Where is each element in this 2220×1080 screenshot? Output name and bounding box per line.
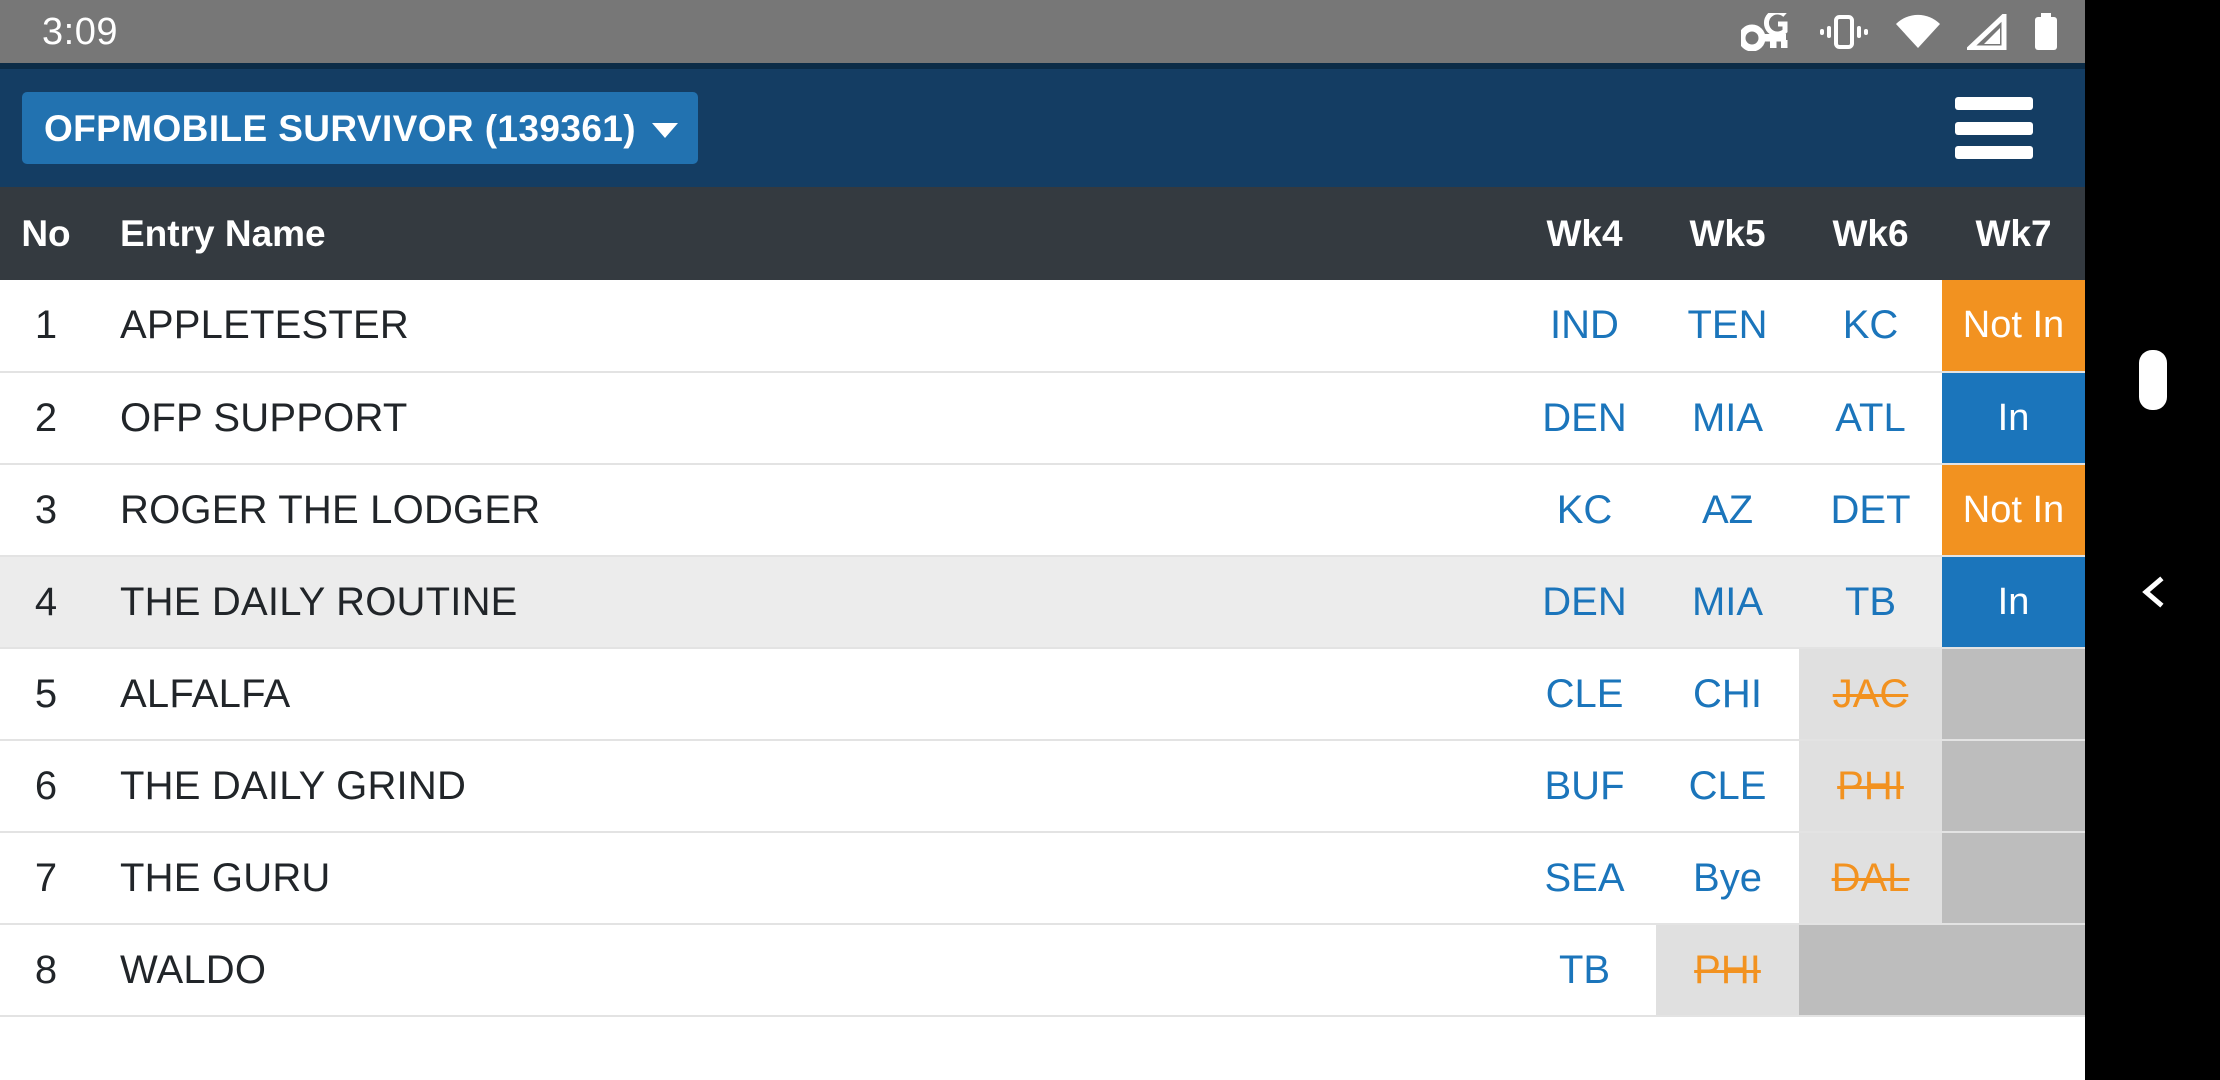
drag-handle-pill[interactable] xyxy=(2138,350,2167,410)
status-bar-clock: 3:09 xyxy=(42,10,118,53)
status-badge-wk7[interactable]: Not In xyxy=(1942,464,2085,557)
pick-wk4[interactable]: DEN xyxy=(1513,556,1656,649)
column-header-wk6[interactable]: Wk6 xyxy=(1799,187,1942,280)
column-header-wk7[interactable]: Wk7 xyxy=(1942,187,2085,280)
entries-table: No Entry Name Wk4 Wk5 Wk6 Wk7 1 APPLETES… xyxy=(0,187,2085,1017)
hamburger-bar xyxy=(1955,146,2033,159)
pick-wk5[interactable]: CHI xyxy=(1656,648,1799,741)
row-number: 7 xyxy=(0,832,92,925)
inactive-cell-wk7 xyxy=(1942,740,2085,833)
eliminated-pick-wk6[interactable]: DAL xyxy=(1799,832,1942,925)
pick-wk6[interactable]: TB xyxy=(1799,556,1942,649)
pick-wk6[interactable]: DET xyxy=(1799,464,1942,557)
row-number: 2 xyxy=(0,372,92,465)
table-row[interactable]: 4 THE DAILY ROUTINE DEN MIA TB In xyxy=(0,556,2085,649)
back-chevron-icon[interactable] xyxy=(2136,575,2170,609)
status-badge-wk7[interactable]: In xyxy=(1942,372,2085,465)
column-header-name[interactable]: Entry Name xyxy=(92,187,1513,280)
table-head: No Entry Name Wk4 Wk5 Wk6 Wk7 xyxy=(0,187,2085,280)
eliminated-pick-wk5[interactable]: PHI xyxy=(1656,924,1799,1017)
column-header-wk5[interactable]: Wk5 xyxy=(1656,187,1799,280)
entry-name: THE GURU xyxy=(92,832,1513,925)
status-badge-wk7[interactable]: In xyxy=(1942,556,2085,649)
column-header-wk4[interactable]: Wk4 xyxy=(1513,187,1656,280)
column-header-no[interactable]: No xyxy=(0,187,92,280)
entry-name: THE DAILY ROUTINE xyxy=(92,556,1513,649)
pick-wk4[interactable]: IND xyxy=(1513,280,1656,373)
pick-wk4[interactable]: SEA xyxy=(1513,832,1656,925)
pick-wk5[interactable]: CLE xyxy=(1656,740,1799,833)
battery-icon xyxy=(2033,12,2059,51)
table-row[interactable]: 5 ALFALFA CLE CHI JAC xyxy=(0,648,2085,741)
inactive-cell-wk6 xyxy=(1799,924,1942,1017)
google-password-key-icon xyxy=(1741,12,1793,51)
row-number: 6 xyxy=(0,740,92,833)
entries-table-wrap: No Entry Name Wk4 Wk5 Wk6 Wk7 1 APPLETES… xyxy=(0,187,2085,1017)
pick-wk4[interactable]: DEN xyxy=(1513,372,1656,465)
pick-wk4[interactable]: TB xyxy=(1513,924,1656,1017)
pick-wk6[interactable]: KC xyxy=(1799,280,1942,373)
hamburger-bar xyxy=(1955,121,2033,135)
table-row[interactable]: 6 THE DAILY GRIND BUF CLE PHI xyxy=(0,740,2085,833)
vibrate-mode-icon xyxy=(1819,14,1869,50)
entry-name: ALFALFA xyxy=(92,648,1513,741)
entry-name: OFP SUPPORT xyxy=(92,372,1513,465)
pick-wk4[interactable]: KC xyxy=(1513,464,1656,557)
table-row[interactable]: 3 ROGER THE LODGER KC AZ DET Not In xyxy=(0,464,2085,557)
pool-selector-button[interactable]: OFPMOBILE SURVIVOR (139361) xyxy=(22,92,698,164)
inactive-cell-wk7 xyxy=(1942,924,2085,1017)
row-number: 4 xyxy=(0,556,92,649)
app-bar: OFPMOBILE SURVIVOR (139361) xyxy=(0,63,2085,187)
status-bar: 3:09 xyxy=(0,0,2085,63)
status-bar-icons xyxy=(1741,12,2059,51)
pick-wk4[interactable]: CLE xyxy=(1513,648,1656,741)
screen-root: 3:09 OFPMOBILE SURVIVOR (139361) No Entr… xyxy=(0,0,2220,1080)
pick-wk4[interactable]: BUF xyxy=(1513,740,1656,833)
pick-wk5[interactable]: Bye xyxy=(1656,832,1799,925)
table-row[interactable]: 8 WALDO TB PHI xyxy=(0,924,2085,1017)
row-number: 3 xyxy=(0,464,92,557)
entry-name: APPLETESTER xyxy=(92,280,1513,373)
entry-name: ROGER THE LODGER xyxy=(92,464,1513,557)
pool-title: OFPMOBILE SURVIVOR (139361) xyxy=(44,107,636,149)
pick-wk6[interactable]: ATL xyxy=(1799,372,1942,465)
wifi-icon xyxy=(1895,14,1941,50)
row-number: 5 xyxy=(0,648,92,741)
pick-wk5[interactable]: MIA xyxy=(1656,372,1799,465)
table-row[interactable]: 7 THE GURU SEA Bye DAL xyxy=(0,832,2085,925)
pick-wk5[interactable]: MIA xyxy=(1656,556,1799,649)
eliminated-pick-wk6[interactable]: JAC xyxy=(1799,648,1942,741)
pick-wk5[interactable]: AZ xyxy=(1656,464,1799,557)
cellular-signal-icon xyxy=(1967,13,2007,50)
status-badge-wk7[interactable]: Not In xyxy=(1942,280,2085,373)
table-row[interactable]: 1 APPLETESTER IND TEN KC Not In xyxy=(0,280,2085,373)
entry-name: WALDO xyxy=(92,924,1513,1017)
table-header-row: No Entry Name Wk4 Wk5 Wk6 Wk7 xyxy=(0,187,2085,280)
chevron-down-icon xyxy=(652,122,678,138)
eliminated-pick-wk6[interactable]: PHI xyxy=(1799,740,1942,833)
table-body: 1 APPLETESTER IND TEN KC Not In 2 OFP SU… xyxy=(0,280,2085,1017)
inactive-cell-wk7 xyxy=(1942,648,2085,741)
hamburger-bar xyxy=(1955,97,2033,110)
phone-viewport: 3:09 OFPMOBILE SURVIVOR (139361) No Entr… xyxy=(0,0,2085,1080)
pick-wk5[interactable]: TEN xyxy=(1656,280,1799,373)
table-row[interactable]: 2 OFP SUPPORT DEN MIA ATL In xyxy=(0,372,2085,465)
hamburger-menu-icon[interactable] xyxy=(1955,97,2033,159)
row-number: 8 xyxy=(0,924,92,1017)
row-number: 1 xyxy=(0,280,92,373)
system-nav-strip xyxy=(2085,0,2220,1080)
entry-name: THE DAILY GRIND xyxy=(92,740,1513,833)
inactive-cell-wk7 xyxy=(1942,832,2085,925)
